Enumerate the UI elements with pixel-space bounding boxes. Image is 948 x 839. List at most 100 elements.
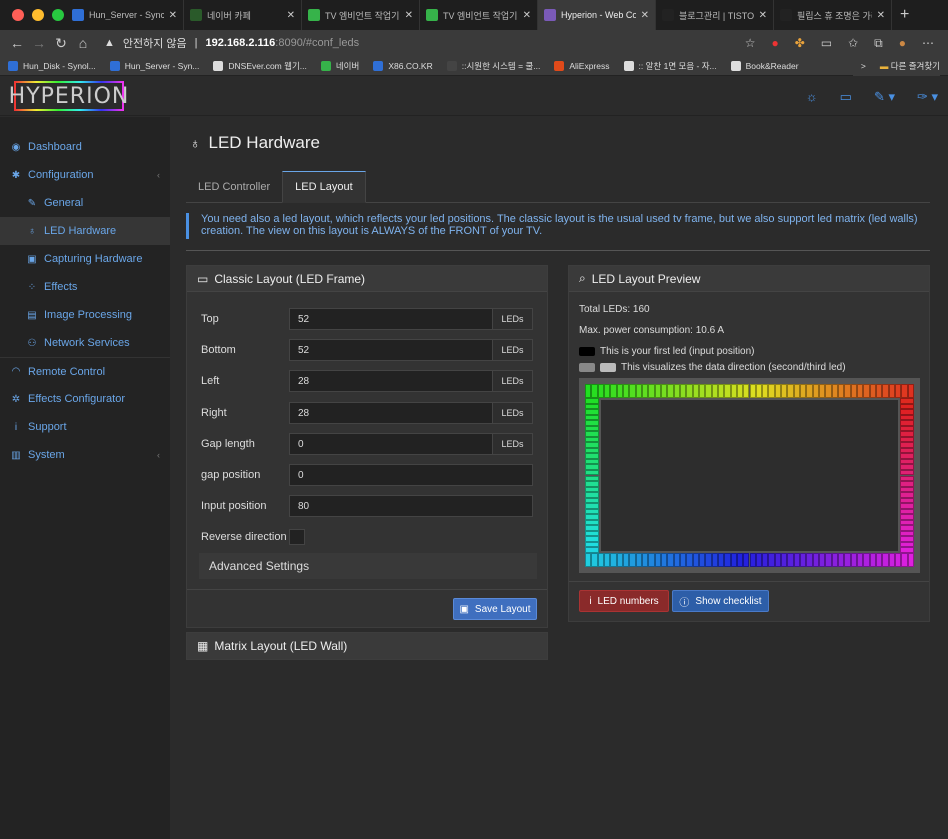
browser-tab[interactable]: TV 엠비언트 작업기 1(✕ (302, 0, 420, 30)
other-bookmarks[interactable]: ▬ 다른 즐겨찾기 (880, 60, 940, 72)
monitor-icon[interactable]: ▭ (840, 89, 852, 105)
sidebar-item-led-hardware[interactable]: ♁ LED Hardware (0, 217, 170, 245)
collections-icon[interactable]: ⧉ (874, 36, 883, 51)
close-tab-icon[interactable]: ✕ (759, 10, 767, 21)
bookmark-item[interactable]: ::시원한 시스템 = 쿨... (446, 60, 540, 72)
extension-icon[interactable]: ● (771, 36, 778, 51)
close-tab-icon[interactable]: ✕ (523, 10, 531, 21)
minimize-window-button[interactable] (32, 9, 44, 21)
led-cell (585, 519, 599, 526)
bookmark-item[interactable]: Hun_Disk - Synol... (8, 60, 96, 71)
tab-title: 블로그관리 | TISTOR (679, 10, 754, 21)
bookmark-item[interactable]: Hun_Server - Syn... (109, 60, 199, 71)
browser-tab[interactable]: 블로그관리 | TISTOR ✕ (656, 0, 774, 30)
led-cell (705, 553, 712, 567)
bookmark-item[interactable]: :: 알찬 1면 모음 - 자... (623, 60, 717, 72)
advanced-settings-toggle[interactable]: Advanced Settings (199, 553, 537, 579)
bookmark-favicon-icon (320, 60, 331, 71)
gap-length-input[interactable]: 0 (289, 433, 493, 455)
right-input[interactable]: 28 (289, 402, 493, 424)
light-icon[interactable]: ☼ (806, 89, 818, 105)
power-consumption: Max. power consumption: 10.6 A (579, 325, 725, 336)
wrench-menu-icon[interactable]: ✑ ▾ (917, 89, 938, 105)
field-label: Reverse direction (201, 531, 287, 543)
sidebar-item-remote-control[interactable]: ◠ Remote Control (0, 357, 170, 385)
total-leds: Total LEDs: 160 (579, 304, 650, 315)
led-cell (844, 553, 851, 567)
matrix-layout-panel[interactable]: ▦ Matrix Layout (LED Wall) (186, 632, 548, 660)
led-cell (585, 530, 599, 537)
page-title: ♁ LED Hardware (190, 133, 320, 152)
favicon-icon (308, 9, 320, 21)
reverse-direction-checkbox[interactable] (289, 529, 305, 545)
led-cell (774, 553, 782, 567)
reload-icon[interactable]: ↻ (50, 35, 72, 52)
sidebar-item-capturing-hardware[interactable]: ▣ Capturing Hardware (0, 245, 170, 273)
sidebar-item-image-processing[interactable]: ▤ Image Processing (0, 301, 170, 329)
led-cell (585, 541, 599, 548)
browser-tab[interactable]: 네이버 카페 ✕ (184, 0, 302, 30)
show-checklist-button[interactable]: ⓘ Show checklist (672, 590, 769, 612)
favorites-icon[interactable]: ✩ (848, 36, 858, 51)
browser-tab[interactable]: TV 엠비언트 작업기 1(✕ (420, 0, 538, 30)
led-cell (585, 403, 599, 410)
left-input[interactable]: 28 (289, 370, 493, 392)
network-icon: ⚇ (27, 337, 37, 349)
close-tab-icon[interactable]: ✕ (287, 10, 295, 21)
reading-icon[interactable]: ▭ (821, 36, 832, 51)
bookmark-item[interactable]: X86.CO.KR (373, 60, 433, 71)
dashboard-icon: ◉ (11, 141, 21, 153)
back-icon[interactable]: ← (6, 35, 28, 51)
gap-position-input[interactable]: 0 (289, 464, 533, 486)
top-input[interactable]: 52 (289, 308, 493, 330)
led-cell (907, 553, 914, 567)
close-tab-icon[interactable]: ✕ (877, 10, 885, 21)
bottom-input[interactable]: 52 (289, 339, 493, 361)
sidebar-item-system[interactable]: ▥ System ‹ (0, 441, 170, 469)
sidebar-item-effects[interactable]: ⁘ Effects (0, 273, 170, 301)
bookmark-item[interactable]: AliExpress (554, 60, 610, 71)
browser-tab[interactable]: Hyperion - Web Co ✕ (538, 0, 656, 30)
hyperion-logo[interactable]: HYPERION (9, 81, 128, 111)
tab-led-layout[interactable]: LED Layout (282, 171, 366, 203)
url-field[interactable]: ▲ 안전하지 않음 | 192.168.2.116:8090/#conf_led… (104, 35, 745, 51)
led-numbers-button[interactable]: i LED numbers (579, 590, 669, 612)
bookmark-item[interactable]: DNSEver.com 웹기... (213, 60, 307, 72)
more-menu-icon[interactable]: ⋯ (922, 36, 934, 51)
close-tab-icon[interactable]: ✕ (405, 10, 413, 21)
led-cell (762, 553, 769, 567)
extension-icon[interactable]: ✤ (795, 36, 805, 51)
forward-icon[interactable]: → (28, 35, 50, 51)
home-icon[interactable]: ⌂ (72, 35, 94, 51)
zoom-window-button[interactable] (52, 9, 64, 21)
save-icon: ▣ (459, 603, 469, 615)
classic-layout-panel: ▭ Classic Layout (LED Frame) Top 52 LEDs… (186, 265, 548, 628)
unit-addon: LEDs (493, 308, 533, 330)
warning-icon: ▲ (104, 37, 115, 49)
sidebar-item-dashboard[interactable]: ◉ Dashboard (0, 133, 170, 161)
browser-tab[interactable]: 필립스 휴 조명은 가리 ✕ (774, 0, 892, 30)
magic-wand-icon[interactable]: ✎ ▾ (874, 89, 895, 105)
sidebar-item-network-services[interactable]: ⚇ Network Services (0, 329, 170, 357)
close-window-button[interactable] (12, 9, 24, 21)
bookmark-item[interactable]: Book&Reader (730, 60, 799, 71)
sidebar-item-support[interactable]: i Support (0, 413, 170, 441)
tab-led-controller[interactable]: LED Controller (186, 171, 282, 203)
close-tab-icon[interactable]: ✕ (641, 10, 649, 21)
bookmark-star-icon[interactable]: ☆ (745, 36, 756, 51)
sidebar-item-configuration[interactable]: ✱ Configuration ‹ (0, 161, 170, 189)
browser-tab[interactable]: Hun_Server - Sync ✕ (66, 0, 184, 30)
close-tab-icon[interactable]: ✕ (169, 10, 177, 21)
save-layout-button[interactable]: ▣ Save Layout (453, 598, 537, 620)
bookmark-item[interactable]: 네이버 (320, 60, 359, 72)
field-right: Right 28 LEDs (201, 402, 533, 424)
new-tab-button[interactable]: + (892, 6, 909, 24)
led-cell (616, 553, 623, 567)
led-cell (585, 525, 599, 531)
input-position-input[interactable]: 80 (289, 495, 533, 517)
bookmarks-more-button[interactable]: > (861, 61, 866, 71)
sidebar-item-effects-configurator[interactable]: ✲ Effects Configurator (0, 385, 170, 413)
sidebar-item-general[interactable]: ✎ General (0, 189, 170, 217)
avatar[interactable]: ● (899, 36, 906, 51)
window-controls (0, 9, 66, 21)
